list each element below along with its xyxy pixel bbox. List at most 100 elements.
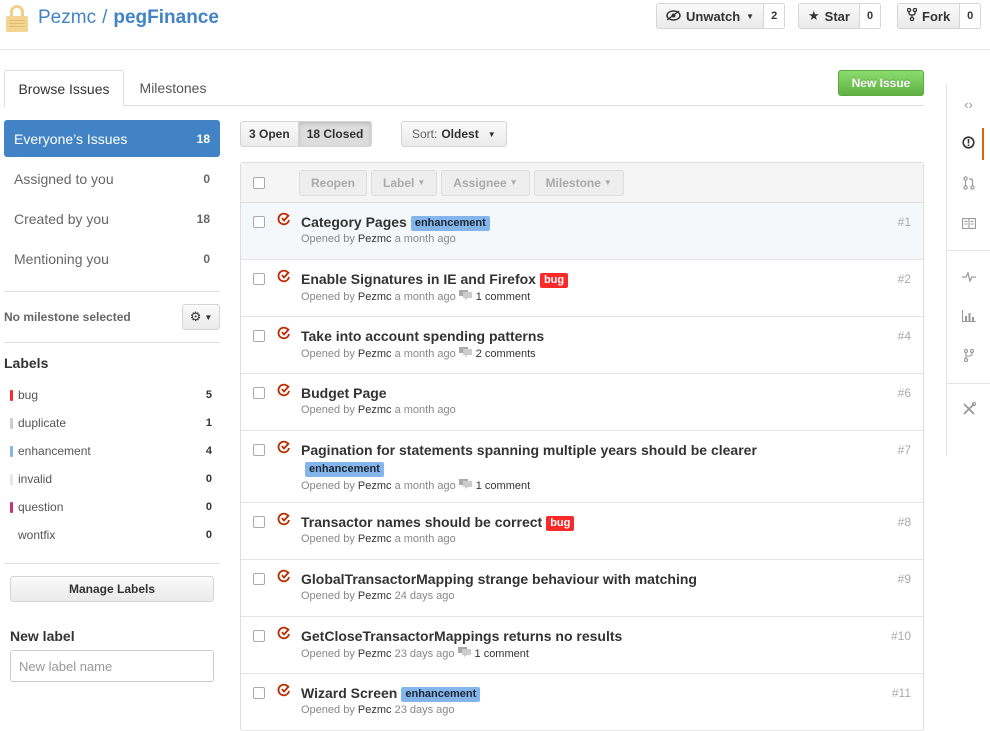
issue-author-link[interactable]: Pezmc	[358, 348, 392, 360]
rail-pull-requests[interactable]	[947, 164, 990, 204]
issue-author-link[interactable]: Pezmc	[358, 648, 392, 660]
issue-label-tag[interactable]: bug	[539, 273, 569, 288]
label-dropdown[interactable]: Label ▼	[371, 169, 438, 196]
repo-owner-link[interactable]: Pezmc	[38, 7, 96, 29]
closed-issues-button[interactable]: 18 Closed	[298, 121, 373, 147]
issue-meta: Opened by Pezmc a month ago	[301, 233, 863, 245]
tab-milestones[interactable]: Milestones	[128, 70, 218, 106]
repo-name-link[interactable]: pegFinance	[113, 7, 219, 29]
issue-row[interactable]: GlobalTransactorMapping strange behaviou…	[241, 560, 923, 617]
filter-mentioning-you[interactable]: Mentioning you 0	[4, 239, 220, 279]
issue-row[interactable]: Wizard Screen enhancement Opened by Pezmc …	[241, 674, 923, 731]
label-color-swatch	[10, 417, 13, 429]
reopen-button[interactable]: Reopen	[299, 169, 368, 196]
label-name: question	[4, 500, 63, 514]
new-issue-button[interactable]: New Issue	[838, 70, 924, 96]
issue-row[interactable]: Take into account spending patterns Opene…	[241, 317, 923, 374]
issue-row[interactable]: Enable Signatures in IE and Firefox bug Op…	[241, 260, 923, 317]
label-filter-invalid[interactable]: invalid 0	[4, 465, 220, 493]
star-label: Star	[824, 8, 850, 24]
issue-checkbox[interactable]	[253, 687, 265, 699]
milestone-status: No milestone selected	[4, 310, 131, 324]
issue-row[interactable]: Budget Page Opened by Pezmc a month ago #6	[241, 374, 923, 431]
new-label-input[interactable]	[10, 650, 214, 682]
issue-title-link[interactable]: Take into account spending patterns	[301, 328, 544, 344]
issue-checkbox[interactable]	[253, 387, 265, 399]
milestone-settings-button[interactable]: ⚙ ▼	[182, 304, 220, 330]
watchers-count[interactable]: 2	[764, 3, 786, 29]
issue-label-tag[interactable]: enhancement	[401, 687, 481, 702]
issue-checkbox[interactable]	[253, 516, 265, 528]
filter-everyones-issues[interactable]: Everyone’s Issues 18	[4, 120, 220, 157]
issue-title-link[interactable]: Category Pages	[301, 214, 407, 230]
issue-title-link[interactable]: GlobalTransactorMapping strange behaviou…	[301, 571, 697, 587]
issue-checkbox[interactable]	[253, 630, 265, 642]
issue-row[interactable]: Transactor names should be correct bug Ope…	[241, 503, 923, 560]
forks-count[interactable]: 0	[960, 3, 982, 29]
unwatch-button[interactable]: Unwatch ▼	[656, 3, 765, 29]
filter-assigned-to-you[interactable]: Assigned to you 0	[4, 159, 220, 199]
select-all-checkbox[interactable]	[253, 176, 265, 189]
star-button[interactable]: ★ Star	[798, 3, 860, 29]
label-name: invalid	[4, 472, 52, 486]
closed-issue-icon	[277, 569, 291, 587]
sort-dropdown[interactable]: Sort: Oldest ▼	[401, 121, 507, 147]
label-filter-wontfix[interactable]: wontfix 0	[4, 521, 220, 549]
filter-created-by-you[interactable]: Created by you 18	[4, 199, 220, 239]
open-issues-button[interactable]: 3 Open	[240, 121, 299, 147]
wiki-icon	[961, 217, 976, 232]
rail-network[interactable]	[947, 337, 990, 377]
stars-count[interactable]: 0	[859, 3, 882, 29]
issue-author-link[interactable]: Pezmc	[358, 291, 392, 303]
issue-author-link[interactable]: Pezmc	[358, 480, 392, 492]
issue-number: #1	[897, 215, 911, 229]
label-filter-question[interactable]: question 0	[4, 493, 220, 521]
issue-label-tag[interactable]: bug	[546, 516, 575, 531]
issue-title-link[interactable]: GetCloseTransactorMappings returns no re…	[301, 628, 622, 644]
rail-issues[interactable]	[947, 124, 990, 164]
issue-row[interactable]: Pagination for statements spanning multi…	[241, 431, 923, 503]
issue-label-tag[interactable]: enhancement	[410, 216, 490, 231]
issue-title-link[interactable]: Wizard Screen	[301, 685, 397, 701]
label-filter-duplicate[interactable]: duplicate 1	[4, 409, 220, 437]
issue-row[interactable]: GetCloseTransactorMappings returns no re…	[241, 617, 923, 674]
manage-labels-button[interactable]: Manage Labels	[10, 576, 214, 602]
issue-opened-by: Opened by	[301, 291, 355, 303]
issue-row[interactable]: Category Pages enhancement Opened by Pezmc…	[241, 203, 923, 260]
rail-pulse[interactable]	[947, 257, 990, 297]
issue-checkbox[interactable]	[253, 273, 265, 285]
issue-author-link[interactable]: Pezmc	[358, 533, 392, 545]
gear-icon: ⚙	[189, 309, 202, 324]
issue-title-link[interactable]: Budget Page	[301, 385, 387, 401]
labels-heading: Labels	[4, 355, 49, 371]
label-filter-bug[interactable]: bug 5	[4, 381, 220, 409]
issue-author-link[interactable]: Pezmc	[358, 590, 392, 602]
issue-label-tag[interactable]: enhancement	[305, 462, 384, 477]
issue-title-link[interactable]: Pagination for statements spanning multi…	[301, 442, 757, 458]
issue-checkbox[interactable]	[253, 573, 265, 585]
issue-title-link[interactable]: Enable Signatures in IE and Firefox	[301, 271, 536, 287]
tab-browse-issues[interactable]: Browse Issues	[4, 70, 124, 107]
issue-author-link[interactable]: Pezmc	[358, 233, 392, 245]
issue-checkbox[interactable]	[253, 444, 265, 456]
comment-count-link[interactable]: 1 comment	[476, 480, 530, 492]
issue-checkbox[interactable]	[253, 216, 265, 228]
milestone-dropdown[interactable]: Milestone ▼	[533, 169, 624, 196]
rail-graphs[interactable]	[947, 297, 990, 337]
issue-opened-by: Opened by	[301, 648, 355, 660]
issue-author-link[interactable]: Pezmc	[358, 404, 392, 416]
rail-settings[interactable]	[947, 390, 990, 430]
issue-author-link[interactable]: Pezmc	[358, 704, 392, 716]
issue-title-link[interactable]: Transactor names should be correct	[301, 514, 542, 530]
issue-checkbox[interactable]	[253, 330, 265, 342]
rail-code[interactable]: ‹›	[947, 84, 990, 124]
comment-count-link[interactable]: 2 comments	[476, 348, 536, 360]
closed-issue-icon	[277, 512, 291, 530]
label-filter-enhancement[interactable]: enhancement 4	[4, 437, 220, 465]
rail-wiki[interactable]	[947, 204, 990, 244]
comment-count-link[interactable]: 1 comment	[475, 648, 529, 660]
assignee-dropdown[interactable]: Assignee ▼	[441, 169, 530, 196]
comment-count-link[interactable]: 1 comment	[476, 291, 530, 303]
filter-count: 0	[203, 172, 210, 186]
fork-button[interactable]: Fork	[897, 3, 961, 29]
